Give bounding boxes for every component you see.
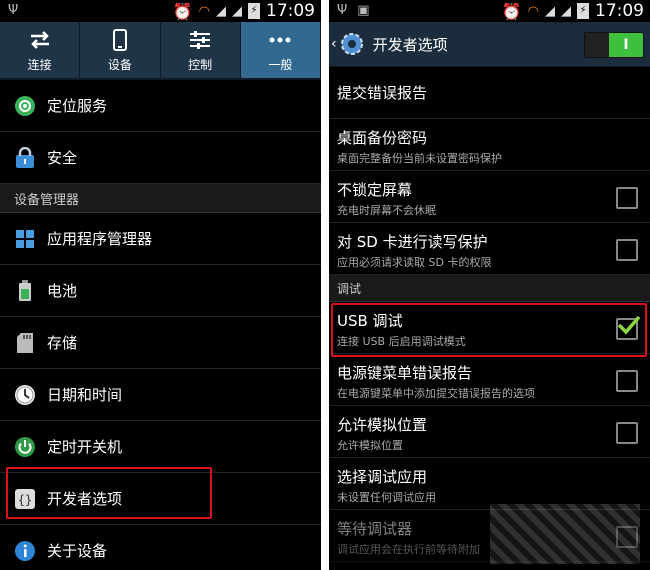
page-title: 开发者选项	[372, 35, 448, 54]
alarm-icon: ⏰	[172, 1, 193, 21]
menu-item-label: 存储	[47, 334, 78, 352]
option-subtitle: 允许模拟位置	[337, 439, 403, 452]
option-title: 不锁定屏幕	[337, 181, 413, 199]
settings-tabs: 连接 设备 控制 一般	[0, 22, 321, 80]
swap-arrows-icon	[29, 28, 51, 52]
checkmark-icon	[617, 315, 641, 335]
usb-debugging-checkbox[interactable]	[616, 315, 641, 340]
image-notification-icon: ▣	[357, 3, 370, 18]
menu-item-label: 定时开关机	[47, 438, 123, 456]
battery-icon	[14, 279, 36, 302]
menu-item-label: 定位服务	[47, 97, 108, 115]
tab-controls[interactable]: 控制	[161, 22, 241, 78]
option-desktop-backup-password[interactable]: 桌面备份密码 桌面完整备份当前未设置密码保护	[329, 119, 650, 171]
location-icon	[14, 95, 36, 117]
option-subtitle: 应用必须请求读取 SD 卡的权限	[337, 256, 492, 269]
more-dots-icon	[269, 28, 291, 52]
stay-awake-checkbox[interactable]	[616, 186, 638, 209]
sliders-icon	[189, 28, 211, 52]
tab-label: 设备	[107, 57, 132, 72]
signal-icon-2: ◢	[561, 3, 571, 19]
lock-icon	[14, 146, 36, 169]
menu-item-date-time[interactable]: 日期和时间	[0, 369, 321, 421]
menu-item-developer-options[interactable]: {} 开发者选项	[0, 473, 321, 525]
option-usb-debugging[interactable]: USB 调试 连接 USB 后启用调试模式	[329, 302, 650, 354]
option-title: 对 SD 卡进行读写保护	[337, 233, 488, 251]
toggle-knob: I	[609, 33, 643, 57]
menu-item-label: 开发者选项	[47, 490, 123, 508]
option-subtitle: 未设置任何调试应用	[337, 491, 436, 504]
wifi-icon: ◠	[198, 3, 210, 19]
option-power-menu-bug-report[interactable]: 电源键菜单错误报告 在电源键菜单中添加提交错误报告的选项	[329, 354, 650, 406]
option-subtitle: 连接 USB 后启用调试模式	[337, 335, 466, 348]
clock-time: 17:09	[266, 1, 315, 21]
option-select-debug-app[interactable]: 选择调试应用 未设置任何调试应用	[329, 458, 650, 510]
menu-item-scheduled-power[interactable]: 定时开关机	[0, 421, 321, 473]
protect-sd-checkbox[interactable]	[616, 238, 638, 261]
braces-icon: {}	[14, 488, 36, 510]
signal-icon: ◢	[216, 3, 226, 19]
menu-item-label: 日期和时间	[47, 386, 123, 404]
right-screen: Ψ ▣ ⏰ ◠ ◢ ◢ ⚡ 17:09 ‹ 开发者选项 I 提交错误报告 桌面备…	[329, 0, 650, 570]
option-mock-locations[interactable]: 允许模拟位置 允许模拟位置	[329, 406, 650, 458]
power-menu-bug-report-checkbox[interactable]	[616, 369, 638, 392]
settings-gear-icon	[339, 31, 365, 57]
option-subtitle: 桌面完整备份当前未设置密码保护	[337, 152, 502, 165]
power-icon	[14, 436, 36, 458]
clock-time: 17:09	[595, 1, 644, 21]
option-protect-sd-card[interactable]: 对 SD 卡进行读写保护 应用必须请求读取 SD 卡的权限	[329, 223, 650, 275]
battery-status-icon: ⚡	[577, 3, 589, 19]
section-header-debugging: 调试	[329, 275, 650, 302]
tab-general[interactable]: 一般	[240, 22, 321, 78]
tab-label: 连接	[27, 57, 52, 72]
watermark-pixelation	[490, 504, 640, 564]
status-bar: Ψ ⏰ ◠ ◢ ◢ ⚡ 17:09	[0, 0, 321, 22]
option-title: 提交错误报告	[337, 84, 428, 102]
tab-device[interactable]: 设备	[80, 22, 161, 78]
menu-item-label: 关于设备	[47, 542, 108, 560]
usb-icon: Ψ	[337, 3, 348, 18]
sd-card-icon	[14, 332, 36, 354]
menu-item-app-manager[interactable]: 应用程序管理器	[0, 213, 321, 265]
info-icon	[14, 540, 36, 562]
section-header-device-manager: 设备管理器	[0, 184, 321, 213]
tab-label: 一般	[268, 57, 293, 72]
option-title: USB 调试	[337, 312, 403, 330]
apps-grid-icon	[14, 228, 36, 250]
battery-status-icon: ⚡	[248, 3, 260, 19]
menu-item-label: 电池	[47, 282, 78, 300]
app-header: ‹ 开发者选项 I	[329, 22, 650, 67]
menu-item-about-device[interactable]: 关于设备	[0, 525, 321, 570]
option-title: 选择调试应用	[337, 468, 428, 486]
left-screen: Ψ ⏰ ◠ ◢ ◢ ⚡ 17:09 连接 设备 控制 一般 定位服务 安全 设备…	[0, 0, 321, 570]
menu-item-label: 应用程序管理器	[47, 230, 153, 248]
option-stay-awake[interactable]: 不锁定屏幕 充电时屏幕不会休眠	[329, 171, 650, 223]
option-title: 桌面备份密码	[337, 129, 428, 147]
menu-item-label: 安全	[47, 149, 78, 167]
option-title: 允许模拟位置	[337, 416, 428, 434]
wifi-icon: ◠	[527, 3, 539, 19]
option-title: 电源键菜单错误报告	[337, 364, 473, 382]
alarm-icon: ⏰	[501, 1, 522, 21]
option-subtitle: 充电时屏幕不会休眠	[337, 204, 436, 217]
usb-icon: Ψ	[8, 3, 19, 18]
menu-item-security[interactable]: 安全	[0, 132, 321, 184]
menu-item-battery[interactable]: 电池	[0, 265, 321, 317]
option-submit-bug-report[interactable]: 提交错误报告	[329, 67, 650, 119]
back-chevron-icon[interactable]: ‹	[331, 36, 337, 52]
menu-item-location[interactable]: 定位服务	[0, 80, 321, 132]
phone-icon	[112, 28, 127, 52]
tab-label: 控制	[188, 57, 213, 72]
signal-icon: ◢	[545, 3, 555, 19]
developer-options-toggle[interactable]: I	[584, 32, 644, 58]
option-subtitle: 在电源键菜单中添加提交错误报告的选项	[337, 387, 535, 400]
signal-icon-2: ◢	[232, 3, 242, 19]
svg-text:{}: {}	[18, 493, 32, 507]
mock-locations-checkbox[interactable]	[616, 421, 638, 444]
tab-connections[interactable]: 连接	[0, 22, 81, 78]
status-bar: Ψ ▣ ⏰ ◠ ◢ ◢ ⚡ 17:09	[329, 0, 650, 22]
menu-item-storage[interactable]: 存储	[0, 317, 321, 369]
clock-icon	[14, 384, 36, 406]
